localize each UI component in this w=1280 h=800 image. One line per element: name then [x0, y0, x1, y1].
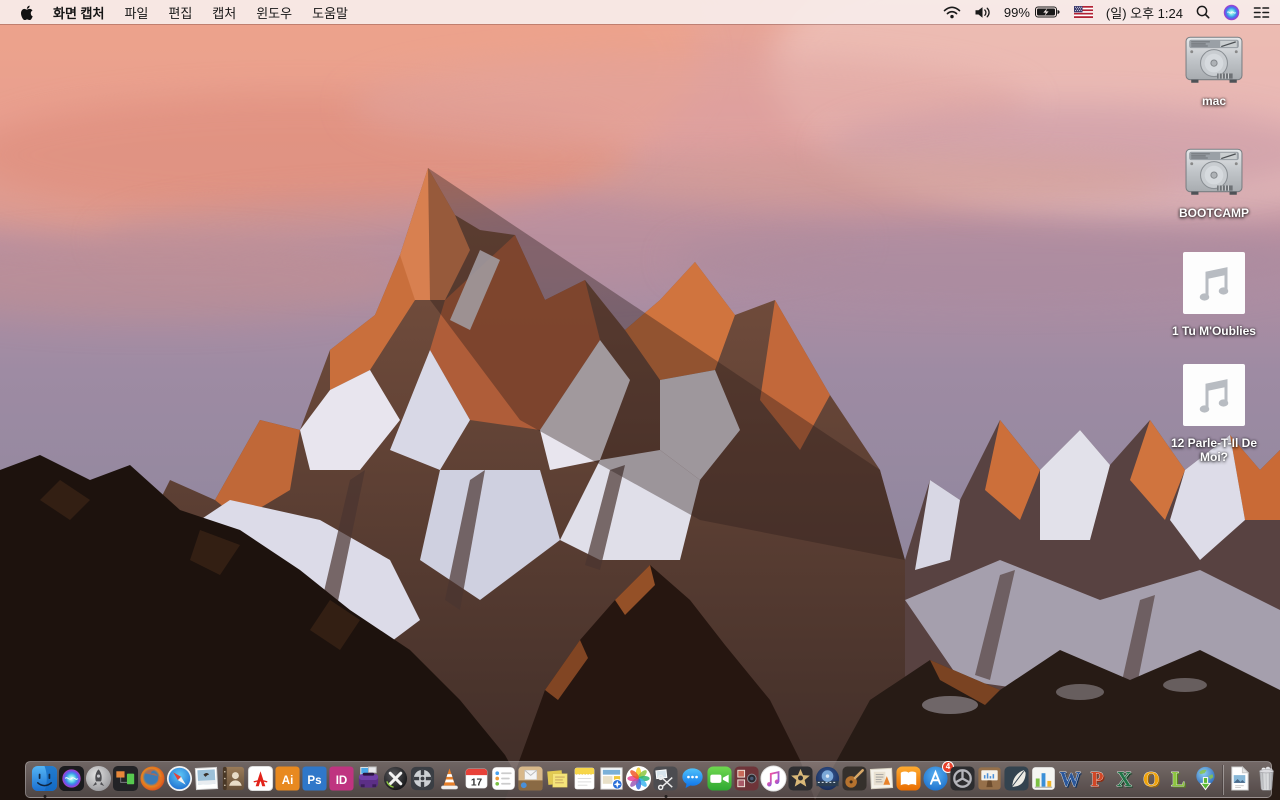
vlc-dock-icon[interactable]	[436, 765, 463, 794]
menu-right-status: 99% (일) 오후 1:24	[943, 3, 1270, 22]
wifi-menu[interactable]	[943, 5, 961, 19]
illustrator-dock-icon[interactable]: Ai	[274, 765, 301, 794]
audio-file-icon	[1183, 364, 1245, 431]
svg-text:X: X	[1116, 767, 1132, 791]
mail-app-dock-icon[interactable]	[517, 765, 544, 794]
ibooks-dock-icon[interactable]	[895, 765, 922, 794]
desktop-icon-bootcamp[interactable]: BOOTCAMP	[1152, 148, 1276, 220]
spotlight-search-icon	[1196, 5, 1210, 19]
imovie-dock-icon[interactable]	[787, 765, 814, 794]
x-media-app-dock-icon[interactable]	[382, 765, 409, 794]
display-windows-app-dock-icon[interactable]	[112, 765, 139, 794]
pages-dock-icon[interactable]	[1003, 765, 1030, 794]
battery-charging-icon	[1034, 6, 1060, 18]
input-source-menu[interactable]	[1073, 6, 1093, 18]
active-app-name[interactable]: 화면 캡처	[43, 3, 114, 22]
document-file-dock-icon[interactable]	[1226, 765, 1253, 794]
dock-divider	[1222, 764, 1223, 795]
lync-dock-icon[interactable]: L L	[1165, 765, 1192, 794]
word-dock-icon[interactable]: W W	[1057, 765, 1084, 794]
toast-dock-icon[interactable]	[355, 765, 382, 794]
clock[interactable]: (일) 오후 1:24	[1106, 3, 1183, 22]
hard-drive-icon	[1185, 36, 1243, 89]
hard-drive-icon	[1185, 148, 1243, 201]
reminders-dock-icon[interactable]	[490, 765, 517, 794]
svg-text:W: W	[1060, 767, 1081, 791]
desktop-icon-12-parle-t-il-de-moi-[interactable]: 12 Parle-T-Il De Moi?	[1152, 364, 1276, 465]
desktop-icon-label: 12 Parle-T-Il De Moi?	[1170, 436, 1258, 465]
screen-capture-dock-icon[interactable]	[652, 765, 679, 794]
menu-bar: 화면 캡처 파일 편집 캡처 윈도우 도움말 99% (일) 오후 1:24	[0, 0, 1280, 24]
menu-item-1[interactable]: 편집	[158, 3, 202, 22]
siri-icon	[1223, 4, 1240, 20]
finder-dock-icon[interactable]	[31, 765, 58, 794]
svg-text:Ps: Ps	[307, 775, 321, 787]
wifi-icon	[943, 5, 961, 18]
battery-percent: 99%	[1003, 4, 1030, 20]
menu-item-2[interactable]: 캡처	[202, 3, 246, 22]
siri-menu[interactable]	[1223, 4, 1240, 21]
spotlight-menu[interactable]	[1196, 5, 1210, 19]
siri-dock-icon[interactable]	[58, 765, 85, 794]
menu-item-0[interactable]: 파일	[114, 3, 158, 22]
itunes-dock-icon[interactable]	[760, 765, 787, 794]
menu-item-4[interactable]: 도움말	[302, 3, 358, 22]
notes-dock-icon[interactable]	[571, 765, 598, 794]
desktop-icon-mac[interactable]: mac	[1152, 36, 1276, 108]
svg-text:Ai: Ai	[282, 775, 294, 787]
desktop-icon-label: 1 Tu M'Oublies	[1172, 324, 1256, 338]
numbers-dock-icon[interactable]	[1030, 765, 1057, 794]
disk-tool-dock-icon[interactable]	[409, 765, 436, 794]
menu-left: 화면 캡처 파일 편집 캡처 윈도우 도움말	[10, 3, 358, 22]
calendar-dock-icon[interactable]: 17	[463, 765, 490, 794]
apple-menu[interactable]	[10, 5, 43, 20]
photoshop-dock-icon[interactable]: Ps	[301, 765, 328, 794]
apple-logo-icon	[21, 5, 33, 20]
photos-dock-icon[interactable]	[625, 765, 652, 794]
outlook-dock-icon[interactable]: O O	[1138, 765, 1165, 794]
clippings-app-dock-icon[interactable]	[868, 765, 895, 794]
svg-text:L: L	[1171, 767, 1185, 791]
indesign-dock-icon[interactable]: ID	[328, 765, 355, 794]
image-viewer-dock-icon[interactable]	[193, 765, 220, 794]
audio-file-icon	[1183, 252, 1245, 319]
notification-center-icon	[1253, 6, 1270, 18]
desktop-icon-1-tu-m-oublies[interactable]: 1 Tu M'Oublies	[1152, 252, 1276, 338]
dock: Ai Ps ID 17 4 W WP PX XO OL L	[25, 761, 1274, 798]
messages-dock-icon[interactable]	[679, 765, 706, 794]
safari-dock-icon[interactable]	[166, 765, 193, 794]
us-flag-icon	[1073, 6, 1093, 18]
battery-menu[interactable]: 99%	[1004, 5, 1061, 20]
volume-icon	[975, 6, 990, 18]
garageband-dock-icon[interactable]	[841, 765, 868, 794]
acrobat-reader-dock-icon[interactable]	[247, 765, 274, 794]
keynote-dock-icon[interactable]	[976, 765, 1003, 794]
menu-item-3[interactable]: 윈도우	[246, 3, 302, 22]
volume-menu[interactable]	[974, 6, 991, 19]
contacts-dock-icon[interactable]	[220, 765, 247, 794]
app-store-dock-icon[interactable]: 4	[922, 761, 954, 794]
iweb-dock-icon[interactable]	[598, 765, 625, 794]
svg-text:P: P	[1091, 767, 1104, 791]
desktop-wallpaper	[0, 0, 1280, 800]
aperture-dock-icon[interactable]	[949, 765, 976, 794]
autoupdate-globe-dock-icon[interactable]	[1192, 765, 1219, 794]
firefox-dock-icon[interactable]	[139, 765, 166, 794]
notification-center-menu[interactable]	[1253, 6, 1270, 19]
stickies-dock-icon[interactable]	[544, 765, 571, 794]
svg-text:17: 17	[471, 777, 483, 788]
desktop-icon-label: BOOTCAMP	[1179, 206, 1249, 220]
launchpad-dock-icon[interactable]	[85, 765, 112, 794]
desktop-icon-label: mac	[1201, 94, 1227, 108]
trash-dock-icon[interactable]	[1253, 765, 1280, 794]
idvd-dock-icon[interactable]	[814, 765, 841, 794]
powerpoint-dock-icon[interactable]: P P	[1084, 765, 1111, 794]
facetime-dock-icon[interactable]	[706, 765, 733, 794]
photo-booth-dock-icon[interactable]	[733, 765, 760, 794]
svg-text:O: O	[1143, 767, 1160, 791]
svg-text:ID: ID	[336, 775, 348, 787]
excel-dock-icon[interactable]: X X	[1111, 765, 1138, 794]
